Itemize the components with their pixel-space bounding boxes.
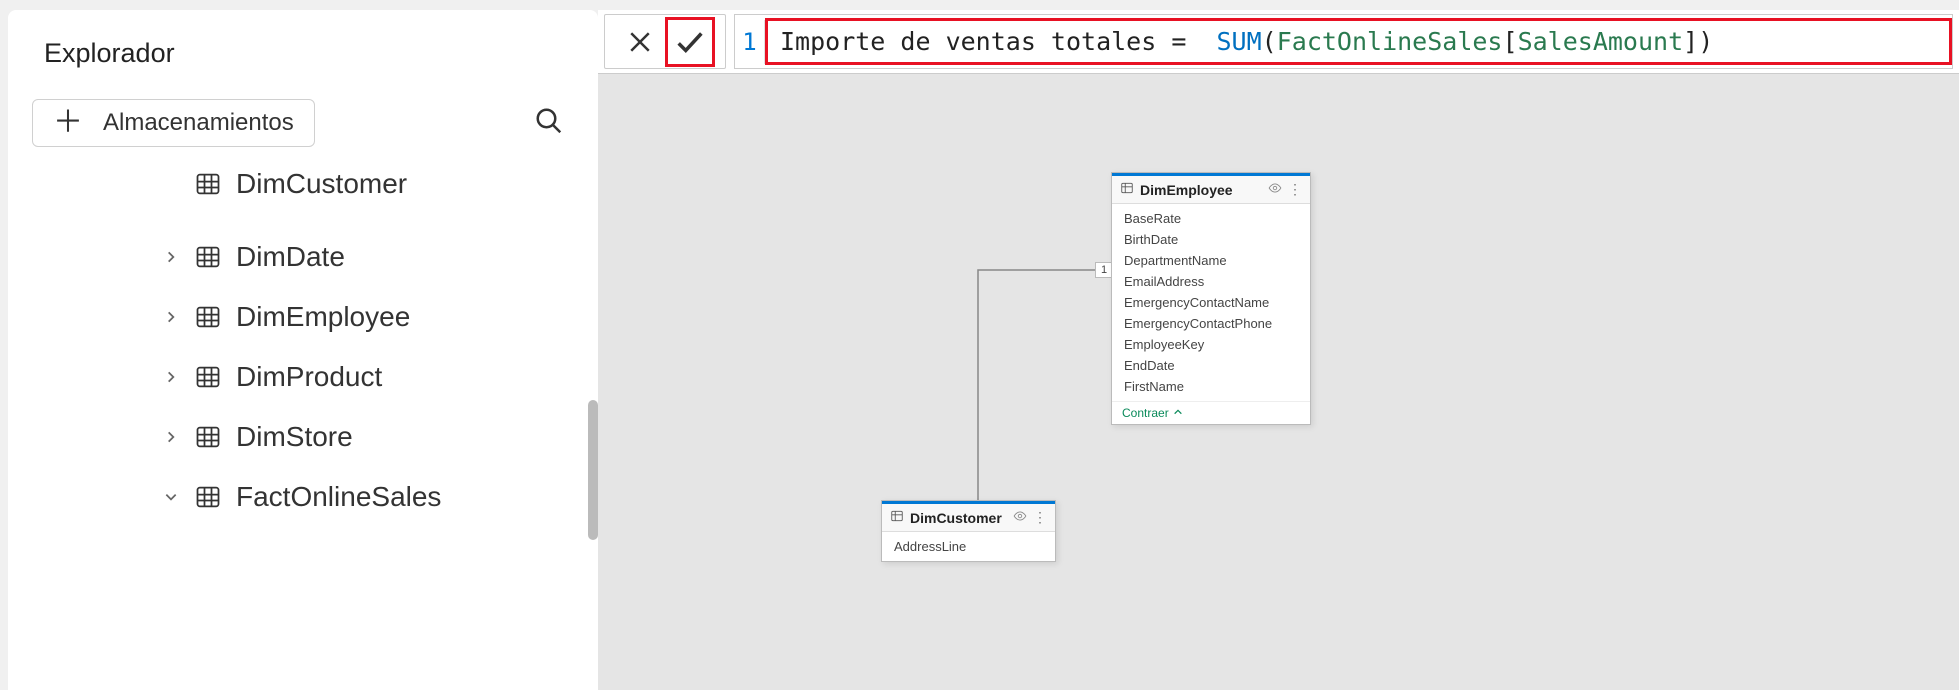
formula-buttons xyxy=(604,14,726,69)
diagram-canvas[interactable]: 1 DimEmployee ⋮ BaseRate BirthDate Depar… xyxy=(598,80,1959,690)
tree-item-dimemployee[interactable]: DimEmployee xyxy=(162,287,574,347)
table-field[interactable]: AddressLine xyxy=(882,536,1055,557)
formula-bracket-open: [ xyxy=(1503,27,1518,56)
table-field[interactable]: BaseRate xyxy=(1112,208,1310,229)
formula-bracket-close: ] xyxy=(1683,27,1698,56)
table-field[interactable]: DepartmentName xyxy=(1112,250,1310,271)
formula-content[interactable]: Importe de ventas totales = SUM ( FactOn… xyxy=(765,18,1952,65)
table-card-name: DimCustomer xyxy=(910,510,1007,526)
table-field[interactable]: EmergencyContactName xyxy=(1112,292,1310,313)
table-field[interactable]: EmergencyContactPhone xyxy=(1112,313,1310,334)
table-icon xyxy=(194,170,222,198)
collapse-button[interactable]: Contraer xyxy=(1112,401,1310,424)
tree-item-label: DimProduct xyxy=(236,361,382,393)
tree-item-label: FactOnlineSales xyxy=(236,481,441,513)
explorer-sidebar: Explorador ＋ Almacenamientos DimCustomer xyxy=(8,10,598,690)
table-field[interactable]: EmailAddress xyxy=(1112,271,1310,292)
table-icon xyxy=(194,243,222,271)
table-icon xyxy=(194,423,222,451)
table-icon xyxy=(194,483,222,511)
tree-item-label: DimEmployee xyxy=(236,301,410,333)
plus-icon: ＋ xyxy=(53,108,83,138)
search-icon[interactable] xyxy=(534,106,564,141)
tree-item-label: DimStore xyxy=(236,421,353,453)
cancel-formula-button[interactable] xyxy=(615,17,665,67)
tree-item-label: DimDate xyxy=(236,241,345,273)
table-icon xyxy=(194,303,222,331)
table-card-dimcustomer[interactable]: DimCustomer ⋮ AddressLine xyxy=(881,500,1056,562)
table-field[interactable]: BirthDate xyxy=(1112,229,1310,250)
table-icon xyxy=(1120,181,1134,198)
table-card-dimemployee[interactable]: DimEmployee ⋮ BaseRate BirthDate Departm… xyxy=(1111,172,1311,425)
tree-item-dimproduct[interactable]: DimProduct xyxy=(162,347,574,407)
table-icon xyxy=(194,363,222,391)
table-field[interactable]: EndDate xyxy=(1112,355,1310,376)
table-field[interactable]: FirstName xyxy=(1112,376,1310,397)
sidebar-toolbar: ＋ Almacenamientos xyxy=(32,99,574,147)
chevron-right-icon xyxy=(162,250,180,264)
chevron-right-icon xyxy=(162,310,180,324)
tree-item-cut[interactable]: DimCustomer xyxy=(162,169,574,199)
formula-paren-open: ( xyxy=(1262,27,1277,56)
explorer-title: Explorador xyxy=(44,38,574,69)
table-card-fields: AddressLine xyxy=(882,532,1055,561)
more-icon[interactable]: ⋮ xyxy=(1288,181,1302,198)
table-icon xyxy=(890,509,904,526)
table-field[interactable]: EmployeeKey xyxy=(1112,334,1310,355)
chevron-up-icon xyxy=(1173,406,1183,420)
chevron-right-icon xyxy=(162,430,180,444)
tree-item-dimdate[interactable]: DimDate xyxy=(162,227,574,287)
formula-column: SalesAmount xyxy=(1518,27,1684,56)
formula-table: FactOnlineSales xyxy=(1277,27,1503,56)
formula-function: SUM xyxy=(1217,27,1262,56)
add-stores-button[interactable]: ＋ Almacenamientos xyxy=(32,99,315,147)
scrollbar-vertical[interactable] xyxy=(588,400,598,540)
tree-item-label: DimCustomer xyxy=(236,169,407,199)
add-stores-label: Almacenamientos xyxy=(103,109,294,137)
tree-item-dimstore[interactable]: DimStore xyxy=(162,407,574,467)
canvas-area: 1 Importe de ventas totales = SUM ( Fact… xyxy=(598,10,1959,690)
table-card-name: DimEmployee xyxy=(1140,182,1262,198)
table-tree: DimCustomer DimDate DimEmployee xyxy=(32,177,574,527)
table-card-fields: BaseRate BirthDate DepartmentName EmailA… xyxy=(1112,204,1310,401)
line-number: 1 xyxy=(735,20,765,64)
tree-item-factonlinesales[interactable]: FactOnlineSales xyxy=(162,467,574,527)
formula-bar: 1 Importe de ventas totales = SUM ( Fact… xyxy=(598,10,1959,74)
table-card-header[interactable]: DimEmployee ⋮ xyxy=(1112,173,1310,204)
more-icon[interactable]: ⋮ xyxy=(1033,509,1047,526)
formula-measure-name: Importe de ventas totales = xyxy=(780,27,1186,56)
chevron-down-icon xyxy=(162,490,180,504)
eye-icon[interactable] xyxy=(1268,181,1282,198)
formula-input-wrap[interactable]: 1 Importe de ventas totales = SUM ( Fact… xyxy=(734,14,1953,69)
formula-paren-close: ) xyxy=(1698,27,1713,56)
table-card-header[interactable]: DimCustomer ⋮ xyxy=(882,501,1055,532)
collapse-label: Contraer xyxy=(1122,406,1169,420)
eye-icon[interactable] xyxy=(1013,509,1027,526)
commit-formula-button[interactable] xyxy=(665,17,715,67)
chevron-right-icon xyxy=(162,370,180,384)
